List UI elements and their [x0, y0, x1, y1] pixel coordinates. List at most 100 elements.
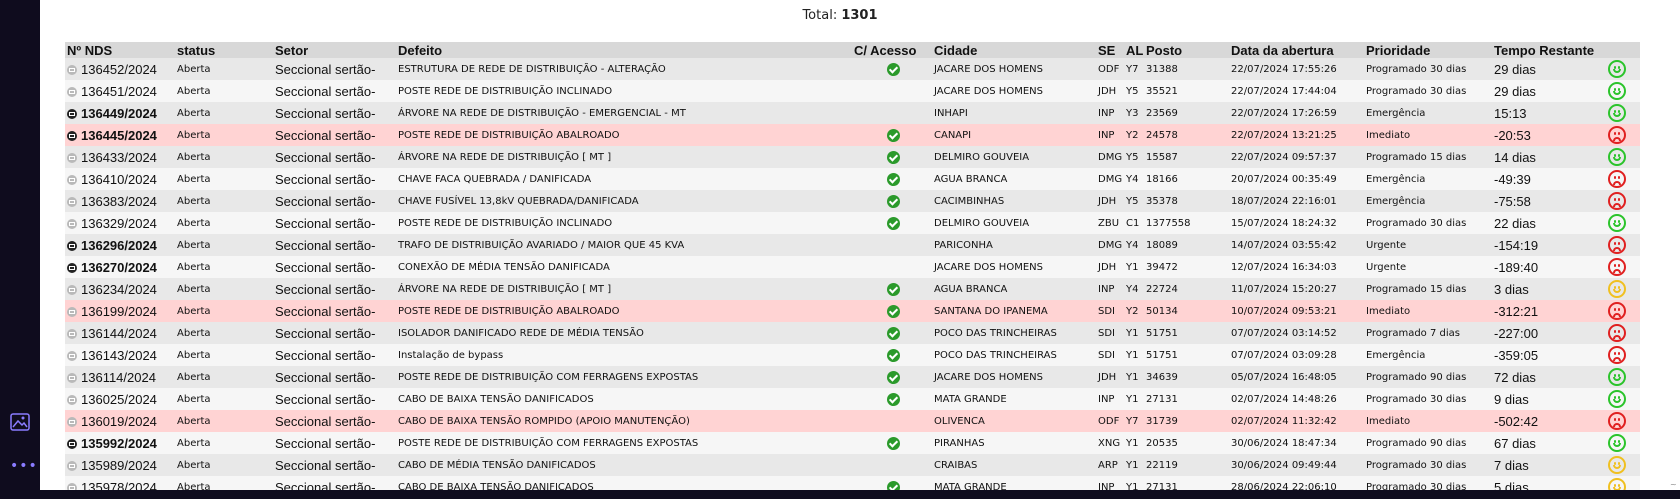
envelope-icon[interactable]: [67, 175, 77, 186]
table-row[interactable]: 136025/2024 Aberta Seccional sertão- CABO D…: [65, 388, 1641, 410]
nds-number[interactable]: 136199/2024: [81, 304, 157, 319]
nds-number[interactable]: 136143/2024: [81, 348, 157, 363]
nds-cell[interactable]: 136383/2024: [65, 190, 175, 212]
nds-number[interactable]: 136433/2024: [81, 150, 157, 165]
image-icon[interactable]: [10, 413, 30, 431]
column-header[interactable]: Prioridade: [1364, 42, 1492, 58]
envelope-icon[interactable]: [67, 439, 77, 450]
column-header[interactable]: C/ Acesso: [852, 42, 932, 58]
table-row[interactable]: 136270/2024 Aberta Seccional sertão- CONEXÃ…: [65, 256, 1641, 278]
table-row[interactable]: 136452/2024 Aberta Seccional sertão- ESTRUT…: [65, 58, 1641, 80]
table-row[interactable]: 136451/2024 Aberta Seccional sertão- POSTE …: [65, 80, 1641, 102]
nds-number[interactable]: 135992/2024: [81, 436, 157, 451]
nds-number[interactable]: 136234/2024: [81, 282, 157, 297]
table-row[interactable]: 135989/2024 Aberta Seccional sertão- CABO D…: [65, 454, 1641, 476]
nds-number[interactable]: 136410/2024: [81, 172, 157, 187]
data-abertura-cell: 30/06/2024 18:47:34: [1229, 432, 1364, 454]
table-row[interactable]: 136019/2024 Aberta Seccional sertão- CABO D…: [65, 410, 1641, 432]
nds-cell[interactable]: 136234/2024: [65, 278, 175, 300]
nds-number[interactable]: 136296/2024: [81, 238, 157, 253]
envelope-icon[interactable]: [67, 197, 77, 208]
nds-number[interactable]: 136114/2024: [81, 370, 156, 385]
column-header[interactable]: Posto: [1144, 42, 1229, 58]
nds-cell[interactable]: 136445/2024: [65, 124, 175, 146]
nds-cell[interactable]: 136199/2024: [65, 300, 175, 322]
envelope-icon[interactable]: [67, 153, 77, 164]
envelope-icon[interactable]: [67, 131, 77, 142]
column-header[interactable]: status: [175, 42, 273, 58]
nds-number[interactable]: 136383/2024: [81, 194, 157, 209]
table-row[interactable]: 136433/2024 Aberta Seccional sertão- ÁRVORE…: [65, 146, 1641, 168]
more-options-icon[interactable]: •••: [10, 459, 37, 473]
envelope-icon[interactable]: [67, 461, 77, 472]
scroll-resize-icon[interactable]: ~: [1670, 481, 1678, 489]
column-header[interactable]: SE: [1096, 42, 1124, 58]
table-row[interactable]: 136383/2024 Aberta Seccional sertão- CHAVE …: [65, 190, 1641, 212]
tempo-restante-cell: -189:40: [1492, 256, 1592, 278]
status-face-cell: [1592, 102, 1641, 124]
al-cell: Y1: [1124, 322, 1144, 344]
nds-cell[interactable]: 136452/2024: [65, 58, 175, 80]
table-row[interactable]: 136296/2024 Aberta Seccional sertão- TRAFO …: [65, 234, 1641, 256]
nds-number[interactable]: 136449/2024: [81, 106, 157, 121]
envelope-icon[interactable]: [67, 65, 77, 76]
envelope-icon[interactable]: [67, 285, 77, 296]
envelope-icon[interactable]: [67, 329, 77, 340]
nds-cell[interactable]: 136329/2024: [65, 212, 175, 234]
prioridade-cell: Emergência: [1364, 344, 1492, 366]
table-row[interactable]: 136143/2024 Aberta Seccional sertão- Instal…: [65, 344, 1641, 366]
nds-cell[interactable]: 135989/2024: [65, 454, 175, 476]
nds-number[interactable]: 136144/2024: [81, 326, 157, 341]
envelope-icon[interactable]: [67, 373, 77, 384]
table-row[interactable]: 136445/2024 Aberta Seccional sertão- POSTE …: [65, 124, 1641, 146]
tempo-restante-cell: -20:53: [1492, 124, 1592, 146]
envelope-icon[interactable]: [67, 351, 77, 362]
nds-cell[interactable]: 136025/2024: [65, 388, 175, 410]
envelope-icon[interactable]: [67, 109, 77, 120]
envelope-icon[interactable]: [67, 263, 77, 274]
nds-cell[interactable]: 136144/2024: [65, 322, 175, 344]
nds-cell[interactable]: 136410/2024: [65, 168, 175, 190]
nds-number[interactable]: 135989/2024: [81, 458, 157, 473]
nds-cell[interactable]: 136114/2024: [65, 366, 175, 388]
nds-cell[interactable]: 135992/2024: [65, 432, 175, 454]
nds-cell[interactable]: 136270/2024: [65, 256, 175, 278]
nds-number[interactable]: 136025/2024: [81, 392, 157, 407]
envelope-icon[interactable]: [67, 417, 77, 428]
nds-number[interactable]: 136019/2024: [81, 414, 157, 429]
table-row[interactable]: 136234/2024 Aberta Seccional sertão- ÁRVORE…: [65, 278, 1641, 300]
envelope-icon[interactable]: [67, 219, 77, 230]
table-row[interactable]: 136449/2024 Aberta Seccional sertão- ÁRVORE…: [65, 102, 1641, 124]
nds-cell[interactable]: 136019/2024: [65, 410, 175, 432]
column-header[interactable]: Setor: [273, 42, 396, 58]
nds-number[interactable]: 136270/2024: [81, 260, 157, 275]
al-cell: Y2: [1124, 300, 1144, 322]
envelope-icon[interactable]: [67, 87, 77, 98]
column-header[interactable]: Nº NDS: [65, 42, 175, 58]
nds-number[interactable]: 136329/2024: [81, 216, 157, 231]
nds-cell[interactable]: 136296/2024: [65, 234, 175, 256]
nds-cell[interactable]: 136449/2024: [65, 102, 175, 124]
table-row[interactable]: 136114/2024 Aberta Seccional sertão- POSTE …: [65, 366, 1641, 388]
table-row[interactable]: 136144/2024 Aberta Seccional sertão- ISOLAD…: [65, 322, 1641, 344]
cidade-cell: CACIMBINHAS: [932, 190, 1096, 212]
column-header[interactable]: Data da abertura: [1229, 42, 1364, 58]
nds-cell[interactable]: 136143/2024: [65, 344, 175, 366]
nds-cell[interactable]: 136433/2024: [65, 146, 175, 168]
table-row[interactable]: 135992/2024 Aberta Seccional sertão- POSTE …: [65, 432, 1641, 454]
envelope-icon[interactable]: [67, 241, 77, 252]
nds-number[interactable]: 136445/2024: [81, 128, 157, 143]
column-header[interactable]: AL: [1124, 42, 1144, 58]
envelope-icon[interactable]: [67, 307, 77, 318]
envelope-icon[interactable]: [67, 395, 77, 406]
status-cell: Aberta: [175, 388, 273, 410]
table-row[interactable]: 136199/2024 Aberta Seccional sertão- POSTE …: [65, 300, 1641, 322]
column-header[interactable]: Defeito: [396, 42, 852, 58]
column-header[interactable]: Tempo Restante: [1492, 42, 1641, 58]
table-row[interactable]: 136329/2024 Aberta Seccional sertão- POSTE …: [65, 212, 1641, 234]
column-header[interactable]: Cidade: [932, 42, 1096, 58]
nds-number[interactable]: 136451/2024: [81, 84, 157, 99]
table-row[interactable]: 136410/2024 Aberta Seccional sertão- CHAVE …: [65, 168, 1641, 190]
nds-number[interactable]: 136452/2024: [81, 62, 157, 77]
nds-cell[interactable]: 136451/2024: [65, 80, 175, 102]
